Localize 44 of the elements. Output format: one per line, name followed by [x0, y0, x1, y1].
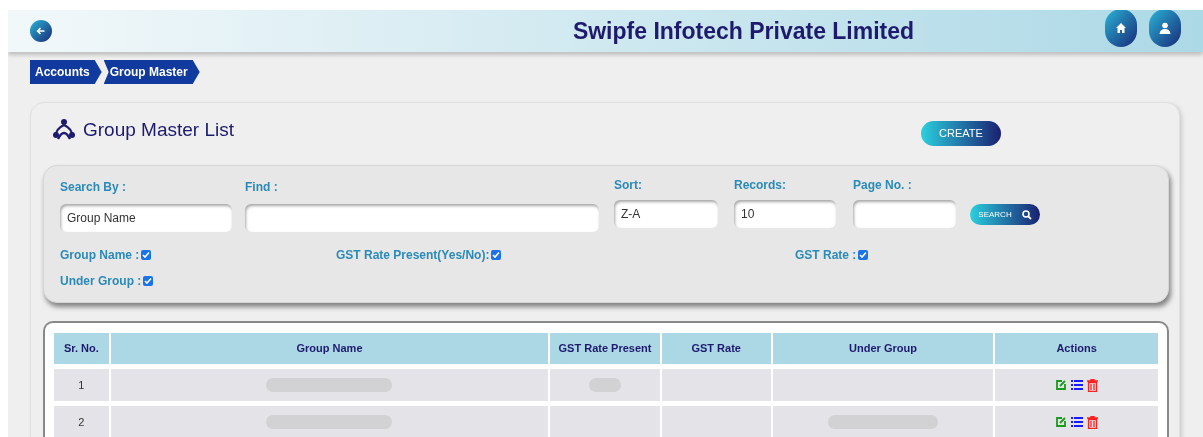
input-field[interactable]	[853, 200, 956, 228]
breadcrumb-link[interactable]: Group Master	[103, 60, 200, 84]
checkbox[interactable]	[491, 250, 502, 260]
table-cell: 2	[54, 406, 109, 437]
column-header: GST Rate Present	[550, 333, 660, 364]
column-header: Group Name	[110, 333, 549, 364]
page-title: Group Master List	[83, 117, 234, 142]
list-icon[interactable]	[1071, 416, 1084, 428]
home-button[interactable]	[1105, 10, 1137, 47]
edit-icon[interactable]	[1055, 416, 1068, 428]
field-label: Records:	[734, 177, 787, 194]
company-title: Swipfe Infotech Private Limited	[572, 16, 915, 46]
column-toggle-label: GST Rate Present(Yes/No):	[336, 247, 490, 264]
column-header: Actions	[995, 333, 1158, 364]
input-field[interactable]: 10	[734, 200, 836, 228]
column-header: Under Group	[772, 333, 994, 364]
column-header: GST Rate	[661, 333, 771, 364]
table-cell: 1	[54, 369, 109, 401]
edit-icon[interactable]	[1055, 379, 1068, 391]
column-toggle-label: Group Name :	[60, 247, 140, 264]
list-icon[interactable]	[1071, 379, 1084, 391]
profile-button[interactable]	[1149, 10, 1181, 47]
search-icon	[1021, 209, 1032, 220]
trash-icon[interactable]	[1087, 378, 1099, 392]
checkbox[interactable]	[141, 250, 152, 260]
column-toggle-label: GST Rate :	[795, 247, 857, 264]
input-field[interactable]: Group Name	[60, 204, 232, 232]
field-label: Sort:	[614, 177, 643, 194]
user-icon	[1159, 22, 1171, 34]
checkbox[interactable]	[858, 250, 869, 260]
field-label: Search By :	[60, 179, 128, 196]
home-icon	[1115, 22, 1127, 34]
create-button[interactable]: CREATE	[921, 120, 1001, 146]
field-label: Find :	[245, 179, 279, 196]
breadcrumb-link[interactable]: Accounts	[30, 60, 102, 84]
field-label: Page No. :	[853, 177, 913, 194]
back-arrow-icon	[36, 26, 46, 36]
trash-icon[interactable]	[1087, 415, 1099, 429]
checkbox[interactable]	[143, 276, 154, 286]
column-header: Sr. No.	[54, 333, 109, 364]
input-field[interactable]: Z-A	[614, 200, 718, 228]
back-button[interactable]	[30, 20, 52, 42]
input-field[interactable]	[245, 204, 599, 232]
column-toggle-label: Under Group :	[60, 273, 142, 290]
